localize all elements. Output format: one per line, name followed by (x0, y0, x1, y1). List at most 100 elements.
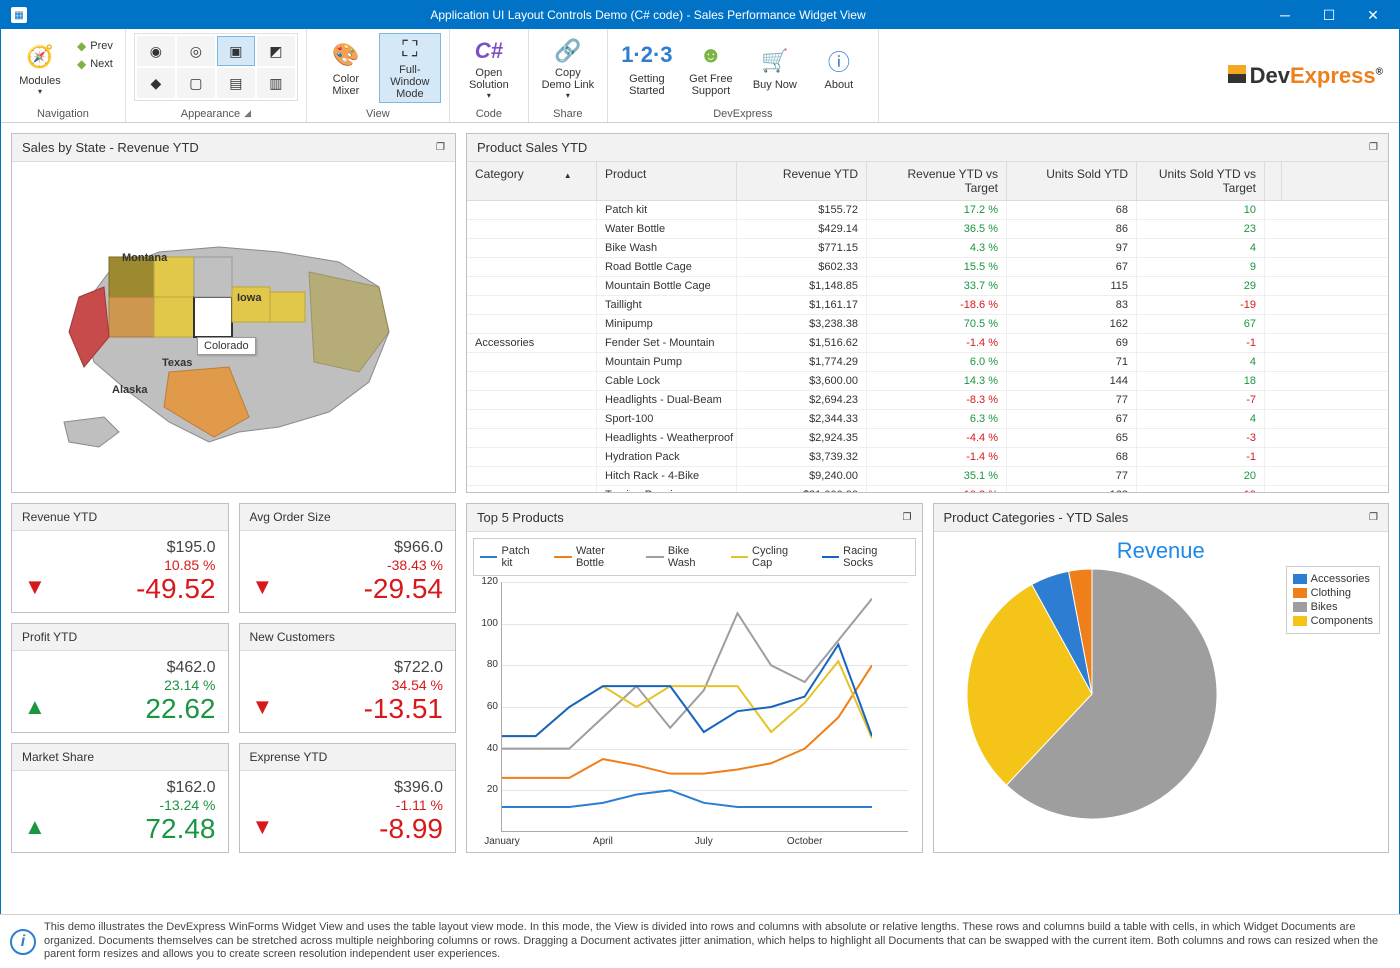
kpi-card[interactable]: New Customers$722.034.54 %-13.51▼ (239, 623, 457, 733)
grid-body[interactable]: Patch kit$155.7217.2 %6810Water Bottle$4… (467, 201, 1388, 492)
buy-now-button[interactable]: 🛒Buy Now (744, 33, 806, 103)
col-category[interactable]: Category▲ (467, 162, 597, 200)
product-categories-panel[interactable]: Product Categories - YTD Sales❐ Revenue … (933, 503, 1390, 853)
ribbon: 🧭 Modules ▾ ◆Prev ◆Next Navigation ◉ ◎ ▣… (1, 29, 1399, 123)
grid-header[interactable]: Category▲ Product Revenue YTD Revenue YT… (467, 162, 1388, 201)
col-revenue-target[interactable]: Revenue YTD vs Target (867, 162, 1007, 200)
panel-title: Product Sales YTD (477, 140, 587, 155)
table-row[interactable]: AccessoriesFender Set - Mountain$1,516.6… (467, 334, 1388, 353)
footer: i This demo illustrates the DevExpress W… (0, 914, 1400, 968)
trend-up-icon: ▲ (24, 694, 46, 720)
table-row[interactable]: Touring-Panniers$21,000.00-10.2 %168-19 (467, 486, 1388, 492)
trend-down-icon: ▼ (252, 574, 274, 600)
ribbon-share-label: Share (553, 108, 582, 120)
product-sales-panel[interactable]: Product Sales YTD ❐ Category▲ Product Rev… (466, 133, 1389, 493)
kpi-delta: -13.51 (364, 693, 443, 725)
top5-products-panel[interactable]: Top 5 Products❐ Patch kitWater BottleBik… (466, 503, 923, 853)
link-icon: 🔗 (552, 36, 584, 65)
compass-icon: 🧭 (24, 41, 56, 73)
copy-demo-link-button[interactable]: 🔗Copy Demo Link▾ (537, 33, 599, 103)
info-icon: i (10, 929, 36, 955)
kpi-grid: Revenue YTD$195.010.85 %-49.52▼Avg Order… (11, 503, 456, 853)
getting-started-button[interactable]: 1·2·3Getting Started (616, 33, 678, 103)
color-mixer-icon: 🎨 (330, 39, 362, 71)
arrow-up-icon: ◆ (77, 39, 86, 53)
panel-title: Product Categories - YTD Sales (944, 510, 1129, 525)
close-button[interactable]: ✕ (1351, 1, 1395, 29)
skin-item[interactable]: ▣ (217, 36, 255, 66)
table-row[interactable]: Mountain Pump$1,774.296.0 %714 (467, 353, 1388, 372)
kpi-value: $162.0 (167, 779, 216, 797)
ribbon-view-label: View (366, 108, 390, 120)
kpi-card[interactable]: Exprense YTD$396.0-1.11 %-8.99▼ (239, 743, 457, 853)
kpi-value: $966.0 (394, 539, 443, 557)
table-row[interactable]: Patch kit$155.7217.2 %6810 (467, 201, 1388, 220)
maximize-button[interactable]: ☐ (1307, 1, 1351, 29)
table-row[interactable]: Cable Lock$3,600.0014.3 %14418 (467, 372, 1388, 391)
us-map[interactable] (12, 162, 455, 492)
fullscreen-icon: ⛶ (394, 36, 426, 62)
table-row[interactable]: Bike Wash$771.154.3 %974 (467, 239, 1388, 258)
table-row[interactable]: Headlights - Dual-Beam$2,694.23-8.3 %77-… (467, 391, 1388, 410)
kpi-delta: -49.52 (136, 573, 215, 605)
skin-gallery[interactable]: ◉ ◎ ▣ ◩ ◆ ▢ ▤ ▥ (134, 33, 298, 101)
skin-item[interactable]: ◎ (177, 36, 215, 66)
col-revenue[interactable]: Revenue YTD (737, 162, 867, 200)
kpi-delta: 22.62 (145, 693, 215, 725)
table-row[interactable]: Road Bottle Cage$602.3315.5 %679 (467, 258, 1388, 277)
get-free-support-button[interactable]: ☻Get Free Support (680, 33, 742, 103)
sales-by-state-panel[interactable]: Sales by State - Revenue YTD ❐ (11, 133, 456, 493)
table-row[interactable]: Sport-100$2,344.336.3 %674 (467, 410, 1388, 429)
kpi-card[interactable]: Avg Order Size$966.0-38.43 %-29.54▼ (239, 503, 457, 613)
skin-item[interactable]: ◉ (137, 36, 175, 66)
pie-legend: AccessoriesClothingBikesComponents (1286, 566, 1380, 634)
kpi-value: $396.0 (394, 779, 443, 797)
col-units-target[interactable]: Units Sold YTD vs Target (1137, 162, 1265, 200)
table-row[interactable]: Water Bottle$429.1436.5 %8623 (467, 220, 1388, 239)
table-row[interactable]: Hydration Pack$3,739.32-1.4 %68-1 (467, 448, 1388, 467)
panel-title: Sales by State - Revenue YTD (22, 140, 199, 155)
maximize-icon[interactable]: ❐ (1369, 512, 1378, 523)
kpi-card[interactable]: Market Share$162.0-13.24 %72.48▲ (11, 743, 229, 853)
kpi-card[interactable]: Revenue YTD$195.010.85 %-49.52▼ (11, 503, 229, 613)
table-row[interactable]: Minipump$3,238.3870.5 %16267 (467, 315, 1388, 334)
map-label-alaska: Alaska (112, 384, 147, 396)
kpi-card[interactable]: Profit YTD$462.023.14 %22.62▲ (11, 623, 229, 733)
kpi-title: Avg Order Size (240, 504, 456, 531)
open-solution-button[interactable]: C#Open Solution▾ (458, 33, 520, 103)
skin-item[interactable]: ▤ (217, 68, 255, 98)
table-row[interactable]: Mountain Bottle Cage$1,148.8533.7 %11529 (467, 277, 1388, 296)
skin-item[interactable]: ▥ (257, 68, 295, 98)
cart-icon: 🛒 (759, 45, 791, 77)
col-product[interactable]: Product (597, 162, 737, 200)
about-button[interactable]: ⓘAbout (808, 33, 870, 103)
minimize-button[interactable]: ─ (1263, 1, 1307, 29)
col-units[interactable]: Units Sold YTD (1007, 162, 1137, 200)
expand-icon[interactable]: ◢ (244, 108, 251, 119)
table-row[interactable]: Taillight$1,161.17-18.6 %83-19 (467, 296, 1388, 315)
ribbon-group-devexpress: 1·2·3Getting Started ☻Get Free Support 🛒… (608, 29, 879, 122)
kpi-value: $195.0 (167, 539, 216, 557)
maximize-icon[interactable]: ❐ (436, 142, 445, 153)
devexpress-logo: DevExpress® (1228, 63, 1383, 89)
kpi-percent: 23.14 % (164, 677, 215, 693)
maximize-icon[interactable]: ❐ (1369, 142, 1378, 153)
skin-item[interactable]: ◆ (137, 68, 175, 98)
color-mixer-button[interactable]: 🎨Color Mixer (315, 33, 377, 103)
skin-item[interactable]: ◩ (257, 36, 295, 66)
maximize-icon[interactable]: ❐ (903, 512, 912, 523)
trend-down-icon: ▼ (252, 694, 274, 720)
modules-button[interactable]: 🧭 Modules ▾ (9, 33, 71, 103)
kpi-delta: 72.48 (145, 813, 215, 845)
table-row[interactable]: Headlights - Weatherproof$2,924.35-4.4 %… (467, 429, 1388, 448)
ribbon-group-code: C#Open Solution▾ Code (450, 29, 529, 122)
prev-button[interactable]: ◆Prev (77, 39, 113, 53)
kpi-value: $722.0 (394, 659, 443, 677)
getting-started-icon: 1·2·3 (631, 39, 663, 71)
skin-item[interactable]: ▢ (177, 68, 215, 98)
full-window-mode-button[interactable]: ⛶Full-Window Mode (379, 33, 441, 103)
table-row[interactable]: Hitch Rack - 4-Bike$9,240.0035.1 %7720 (467, 467, 1388, 486)
trend-down-icon: ▼ (24, 574, 46, 600)
next-button[interactable]: ◆Next (77, 57, 113, 71)
kpi-title: New Customers (240, 624, 456, 651)
